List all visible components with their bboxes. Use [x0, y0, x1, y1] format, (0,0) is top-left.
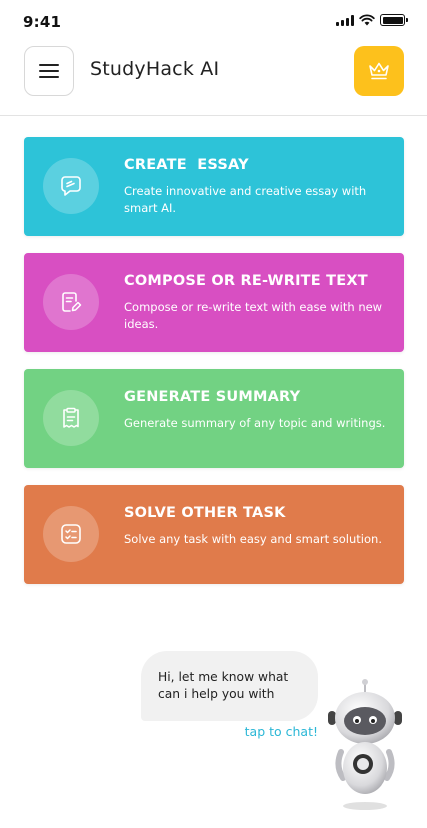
hamburger-icon	[39, 64, 59, 66]
summary-clipboard-icon	[63, 407, 79, 428]
card-description: Solve any task with easy and smart solut…	[124, 532, 382, 546]
compose-document-icon	[62, 292, 82, 312]
battery-icon	[380, 14, 408, 26]
card-icon-circle	[43, 390, 99, 446]
essay-chat-icon	[61, 176, 81, 196]
card-generate-summary[interactable]: GENERATE SUMMARY Generate summary of any…	[24, 369, 404, 468]
card-icon-circle	[43, 506, 99, 562]
card-description: Create innovative and creative essay wit…	[124, 184, 367, 215]
card-icon-circle	[43, 274, 99, 330]
crown-icon	[369, 62, 389, 80]
card-title: COMPOSE OR RE-WRITE TEXT	[124, 273, 368, 289]
card-title: SOLVE OTHER TASK	[124, 505, 286, 521]
wifi-icon	[359, 14, 375, 26]
menu-button[interactable]	[24, 46, 74, 96]
status-time: 9:41	[23, 13, 62, 31]
premium-button[interactable]	[354, 46, 404, 96]
card-compose-rewrite[interactable]: COMPOSE OR RE-WRITE TEXT Compose or re-w…	[24, 253, 404, 352]
header-divider	[0, 115, 427, 116]
card-create-essay[interactable]: CREATE ESSAY Create innovative and creat…	[24, 137, 404, 236]
app-header: StudyHack AI	[0, 46, 427, 96]
status-bar: 9:41	[0, 0, 427, 40]
card-description: Generate summary of any topic and writin…	[124, 416, 386, 430]
task-checklist-icon	[61, 524, 81, 544]
card-title: GENERATE SUMMARY	[124, 389, 301, 405]
chat-bubble[interactable]: Hi, let me know what can i help you with	[141, 651, 318, 721]
tap-to-chat-link[interactable]: tap to chat!	[245, 724, 318, 739]
card-description: Compose or re-write text with ease with …	[124, 300, 383, 331]
card-title: CREATE ESSAY	[124, 157, 249, 173]
robot-assistant-icon[interactable]	[325, 678, 405, 813]
app-title: StudyHack AI	[90, 58, 220, 80]
card-icon-circle	[43, 158, 99, 214]
signal-icon	[336, 14, 354, 26]
status-icons	[336, 14, 408, 26]
card-solve-task[interactable]: SOLVE OTHER TASK Solve any task with eas…	[24, 485, 404, 584]
